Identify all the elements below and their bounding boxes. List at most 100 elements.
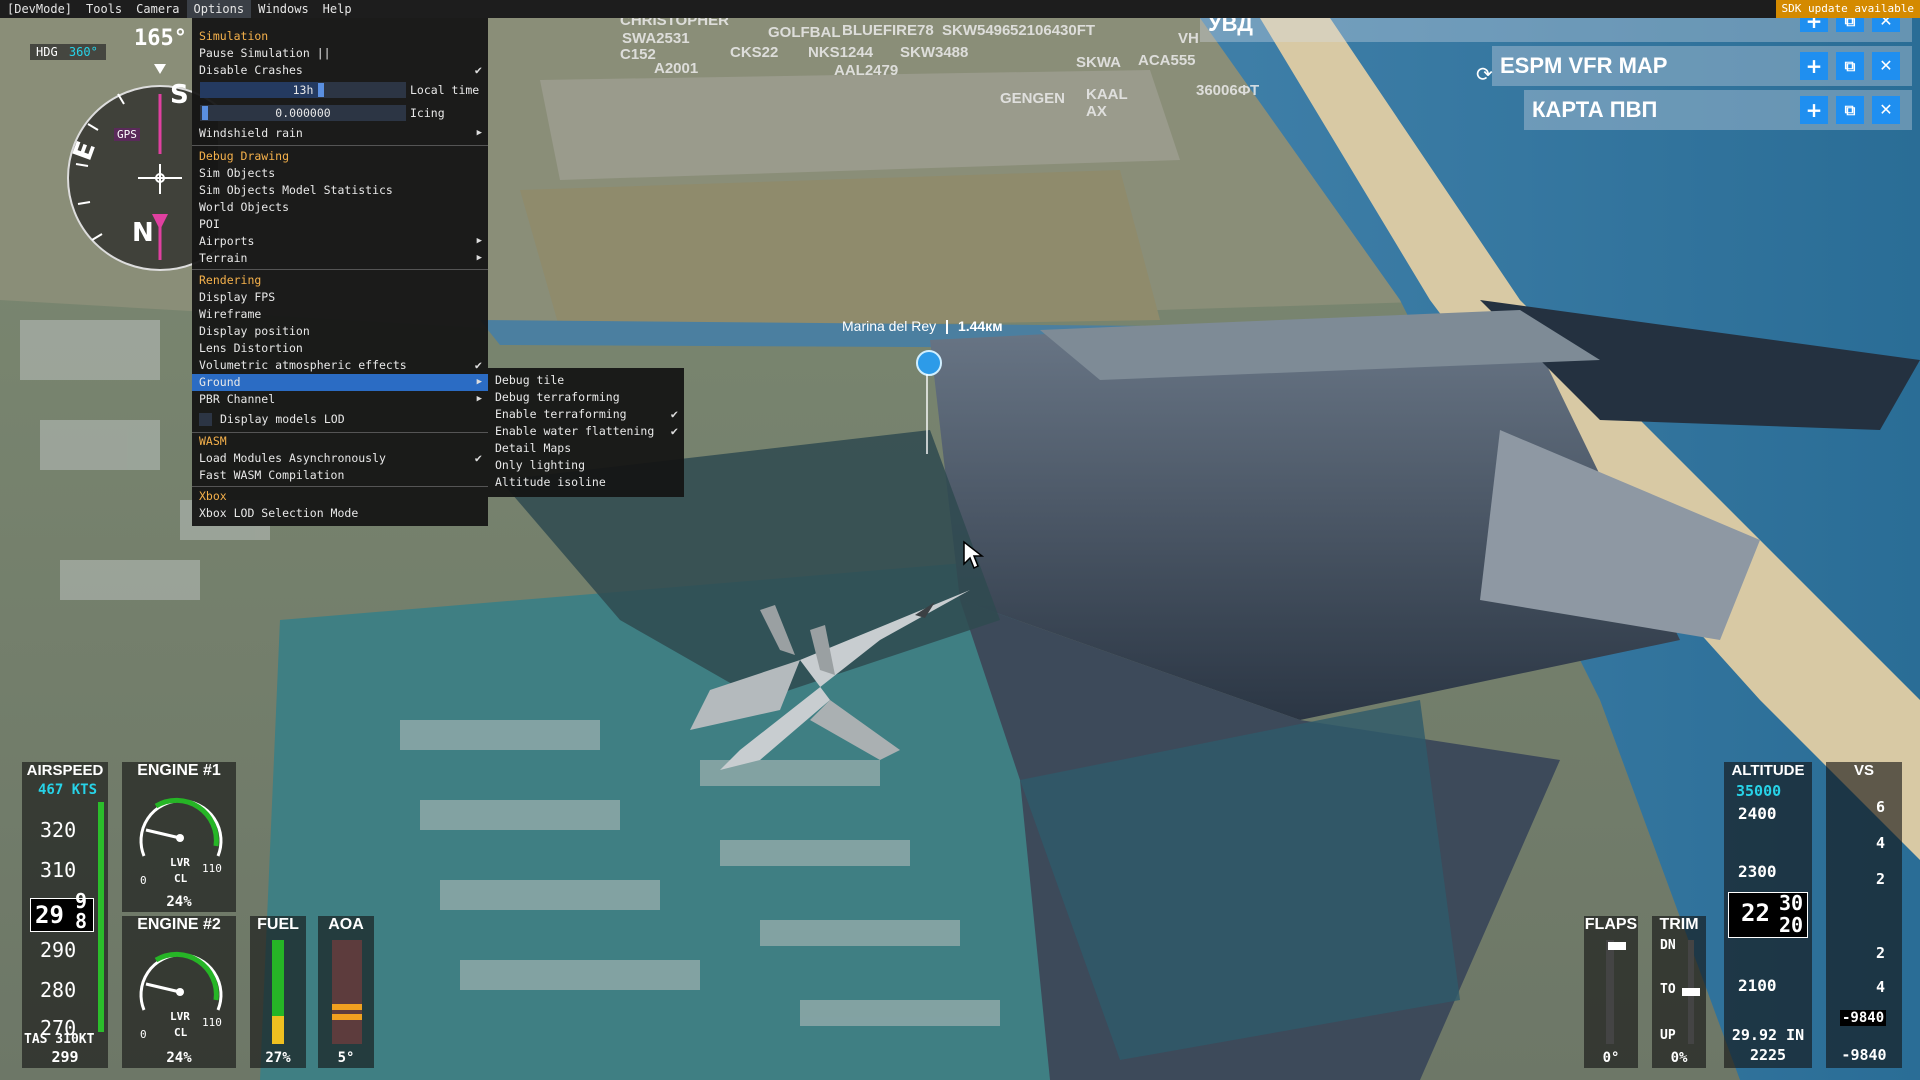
world-objects-item[interactable]: World Objects	[192, 199, 488, 216]
poi-item[interactable]: POI	[192, 216, 488, 233]
traffic-callsign-label: GENGEN	[1000, 90, 1066, 107]
fuel-bar	[272, 940, 284, 1044]
traffic-callsign-label: SKW5496	[942, 22, 1011, 39]
fast-wasm-item[interactable]: Fast WASM Compilation	[192, 467, 488, 484]
menu-tools[interactable]: Tools	[79, 0, 129, 18]
enable-terraforming-label: Enable terraforming	[495, 407, 627, 421]
close-icon[interactable]: ✕	[1872, 96, 1900, 124]
add-icon[interactable]: +	[1800, 52, 1828, 80]
checkbox[interactable]	[199, 413, 212, 426]
airspeed-current-box: 29 9 8	[30, 889, 94, 933]
windshield-rain-item[interactable]: Windshield rain ▶	[192, 125, 488, 142]
local-time-label: Local time	[410, 83, 480, 97]
popout-icon[interactable]: ⧉	[1836, 96, 1864, 124]
traffic-callsign-label: SWA2531	[622, 30, 690, 47]
debug-terraforming-item[interactable]: Debug terraforming	[488, 389, 684, 406]
menu-help[interactable]: Help	[316, 0, 359, 18]
windshield-rain-label: Windshield rain	[199, 126, 303, 140]
engine1-gauge: ENGINE #1 0 110 LVR CL 24%	[122, 762, 236, 912]
fuel-bar-fill	[272, 1015, 284, 1044]
traffic-callsign-label: AAL2479	[834, 62, 899, 79]
cardinal-s: S	[170, 80, 189, 110]
engine2-percent: 24%	[166, 1050, 192, 1066]
section-simulation: Simulation	[199, 29, 269, 43]
menu-camera[interactable]: Camera	[129, 0, 186, 18]
engine1-max: 110	[202, 862, 222, 875]
airspeed-current: 29	[35, 901, 64, 929]
vfr-map-title: ESPM VFR MAP	[1500, 53, 1668, 78]
menu-devmode[interactable]: [DevMode]	[0, 0, 79, 18]
submenu-arrow-icon: ▶	[476, 253, 482, 263]
airspeed-tick: 290	[40, 938, 77, 962]
display-position-item[interactable]: Display position	[192, 323, 488, 340]
refresh-icon[interactable]: ⟳	[1476, 62, 1493, 86]
disable-crashes-item[interactable]: Disable Crashes ✔	[192, 62, 488, 79]
separator	[192, 486, 488, 487]
airspeed-tick: 320	[40, 818, 77, 842]
altitude-current-box: 22 30 20	[1728, 891, 1808, 938]
xbox-lod-item[interactable]: Xbox LOD Selection Mode	[192, 505, 488, 522]
enable-terraforming-item[interactable]: Enable terraforming ✔	[488, 406, 684, 423]
terrain-label: Terrain	[199, 251, 248, 265]
submenu-arrow-icon: ▶	[476, 377, 482, 387]
load-modules-item[interactable]: Load Modules Asynchronously ✔	[192, 450, 488, 467]
only-lighting-item[interactable]: Only lighting	[488, 457, 684, 474]
airspeed-tick: 310	[40, 858, 77, 882]
airports-item[interactable]: Airports ▶	[192, 233, 488, 250]
marina-pin-icon[interactable]	[916, 350, 942, 376]
detail-maps-item[interactable]: Detail Maps	[488, 440, 684, 457]
lens-distortion-item[interactable]: Lens Distortion	[192, 340, 488, 357]
wireframe-item[interactable]: Wireframe	[192, 306, 488, 323]
sim-objects-stats-item[interactable]: Sim Objects Model Statistics	[192, 182, 488, 199]
local-time-slider[interactable]: 13h	[200, 82, 406, 98]
altitude-selected: 35000	[1736, 782, 1782, 800]
altitude-roll-lower: 20	[1779, 913, 1804, 937]
trim-value: 0%	[1670, 1050, 1688, 1066]
add-icon[interactable]: +	[1800, 96, 1828, 124]
display-models-lod-item[interactable]: Display models LOD	[192, 411, 488, 428]
mouse-cursor-icon	[963, 540, 985, 570]
display-fps-item[interactable]: Display FPS	[192, 289, 488, 306]
volumetric-effects-item[interactable]: Volumetric atmospheric effects ✔	[192, 357, 488, 374]
sim-objects-item[interactable]: Sim Objects	[192, 165, 488, 182]
airspeed-tick: 280	[40, 978, 77, 1002]
airspeed-selected: 467 KTS	[38, 782, 98, 798]
ground-submenu: Debug tile Debug terraforming Enable ter…	[488, 368, 684, 497]
vs-tick: 2	[1876, 944, 1886, 962]
pause-simulation-item[interactable]: Pause Simulation ||	[192, 45, 488, 62]
submenu-arrow-icon: ▶	[476, 236, 482, 246]
options-dropdown: Simulation Pause Simulation || Disable C…	[192, 18, 488, 526]
checkmark-icon: ✔	[670, 424, 678, 438]
vs-tick: 4	[1876, 978, 1886, 996]
enable-water-flattening-item[interactable]: Enable water flattening ✔	[488, 423, 684, 440]
icing-value: 0.000000	[275, 106, 331, 120]
terrain-item[interactable]: Terrain ▶	[192, 250, 488, 267]
submenu-arrow-icon: ▶	[476, 128, 482, 138]
pbr-channel-label: PBR Channel	[199, 392, 276, 406]
sdk-update-badge[interactable]: SDK update available	[1775, 0, 1920, 18]
section-xbox: Xbox	[199, 489, 227, 503]
vs-bug: -9840	[1840, 1010, 1887, 1026]
airspeed-tape: AIRSPEED 467 KTS 320 310 290 280 270 29 …	[22, 762, 108, 1068]
separator	[192, 145, 488, 146]
aoa-gauge: AOA 5°	[318, 916, 374, 1068]
altitude-isoline-item[interactable]: Altitude isoline	[488, 474, 684, 491]
popout-icon[interactable]: ⧉	[1836, 52, 1864, 80]
flaps-title: FLAPS	[1584, 916, 1638, 933]
close-icon[interactable]: ✕	[1872, 52, 1900, 80]
checkmark-icon: ✔	[474, 358, 482, 372]
aircraft-f22	[690, 590, 970, 770]
ground-item[interactable]: Ground ▶	[192, 374, 488, 391]
vs-tick: 4	[1876, 834, 1886, 852]
pbr-channel-item[interactable]: PBR Channel ▶	[192, 391, 488, 408]
dev-menubar: [DevMode] Tools Camera Options Windows H…	[0, 0, 1920, 18]
traffic-callsign-label: SKWA	[1076, 54, 1121, 71]
local-time-value: 13h	[292, 83, 314, 97]
aoa-scale	[332, 940, 362, 1044]
menu-windows[interactable]: Windows	[251, 0, 316, 18]
menu-options[interactable]: Options	[186, 0, 252, 18]
fuel-value: 27%	[265, 1050, 291, 1066]
fuel-gauge: FUEL 27%	[250, 916, 306, 1068]
icing-slider[interactable]: 0.000000	[200, 105, 406, 121]
debug-tile-item[interactable]: Debug tile	[488, 372, 684, 389]
